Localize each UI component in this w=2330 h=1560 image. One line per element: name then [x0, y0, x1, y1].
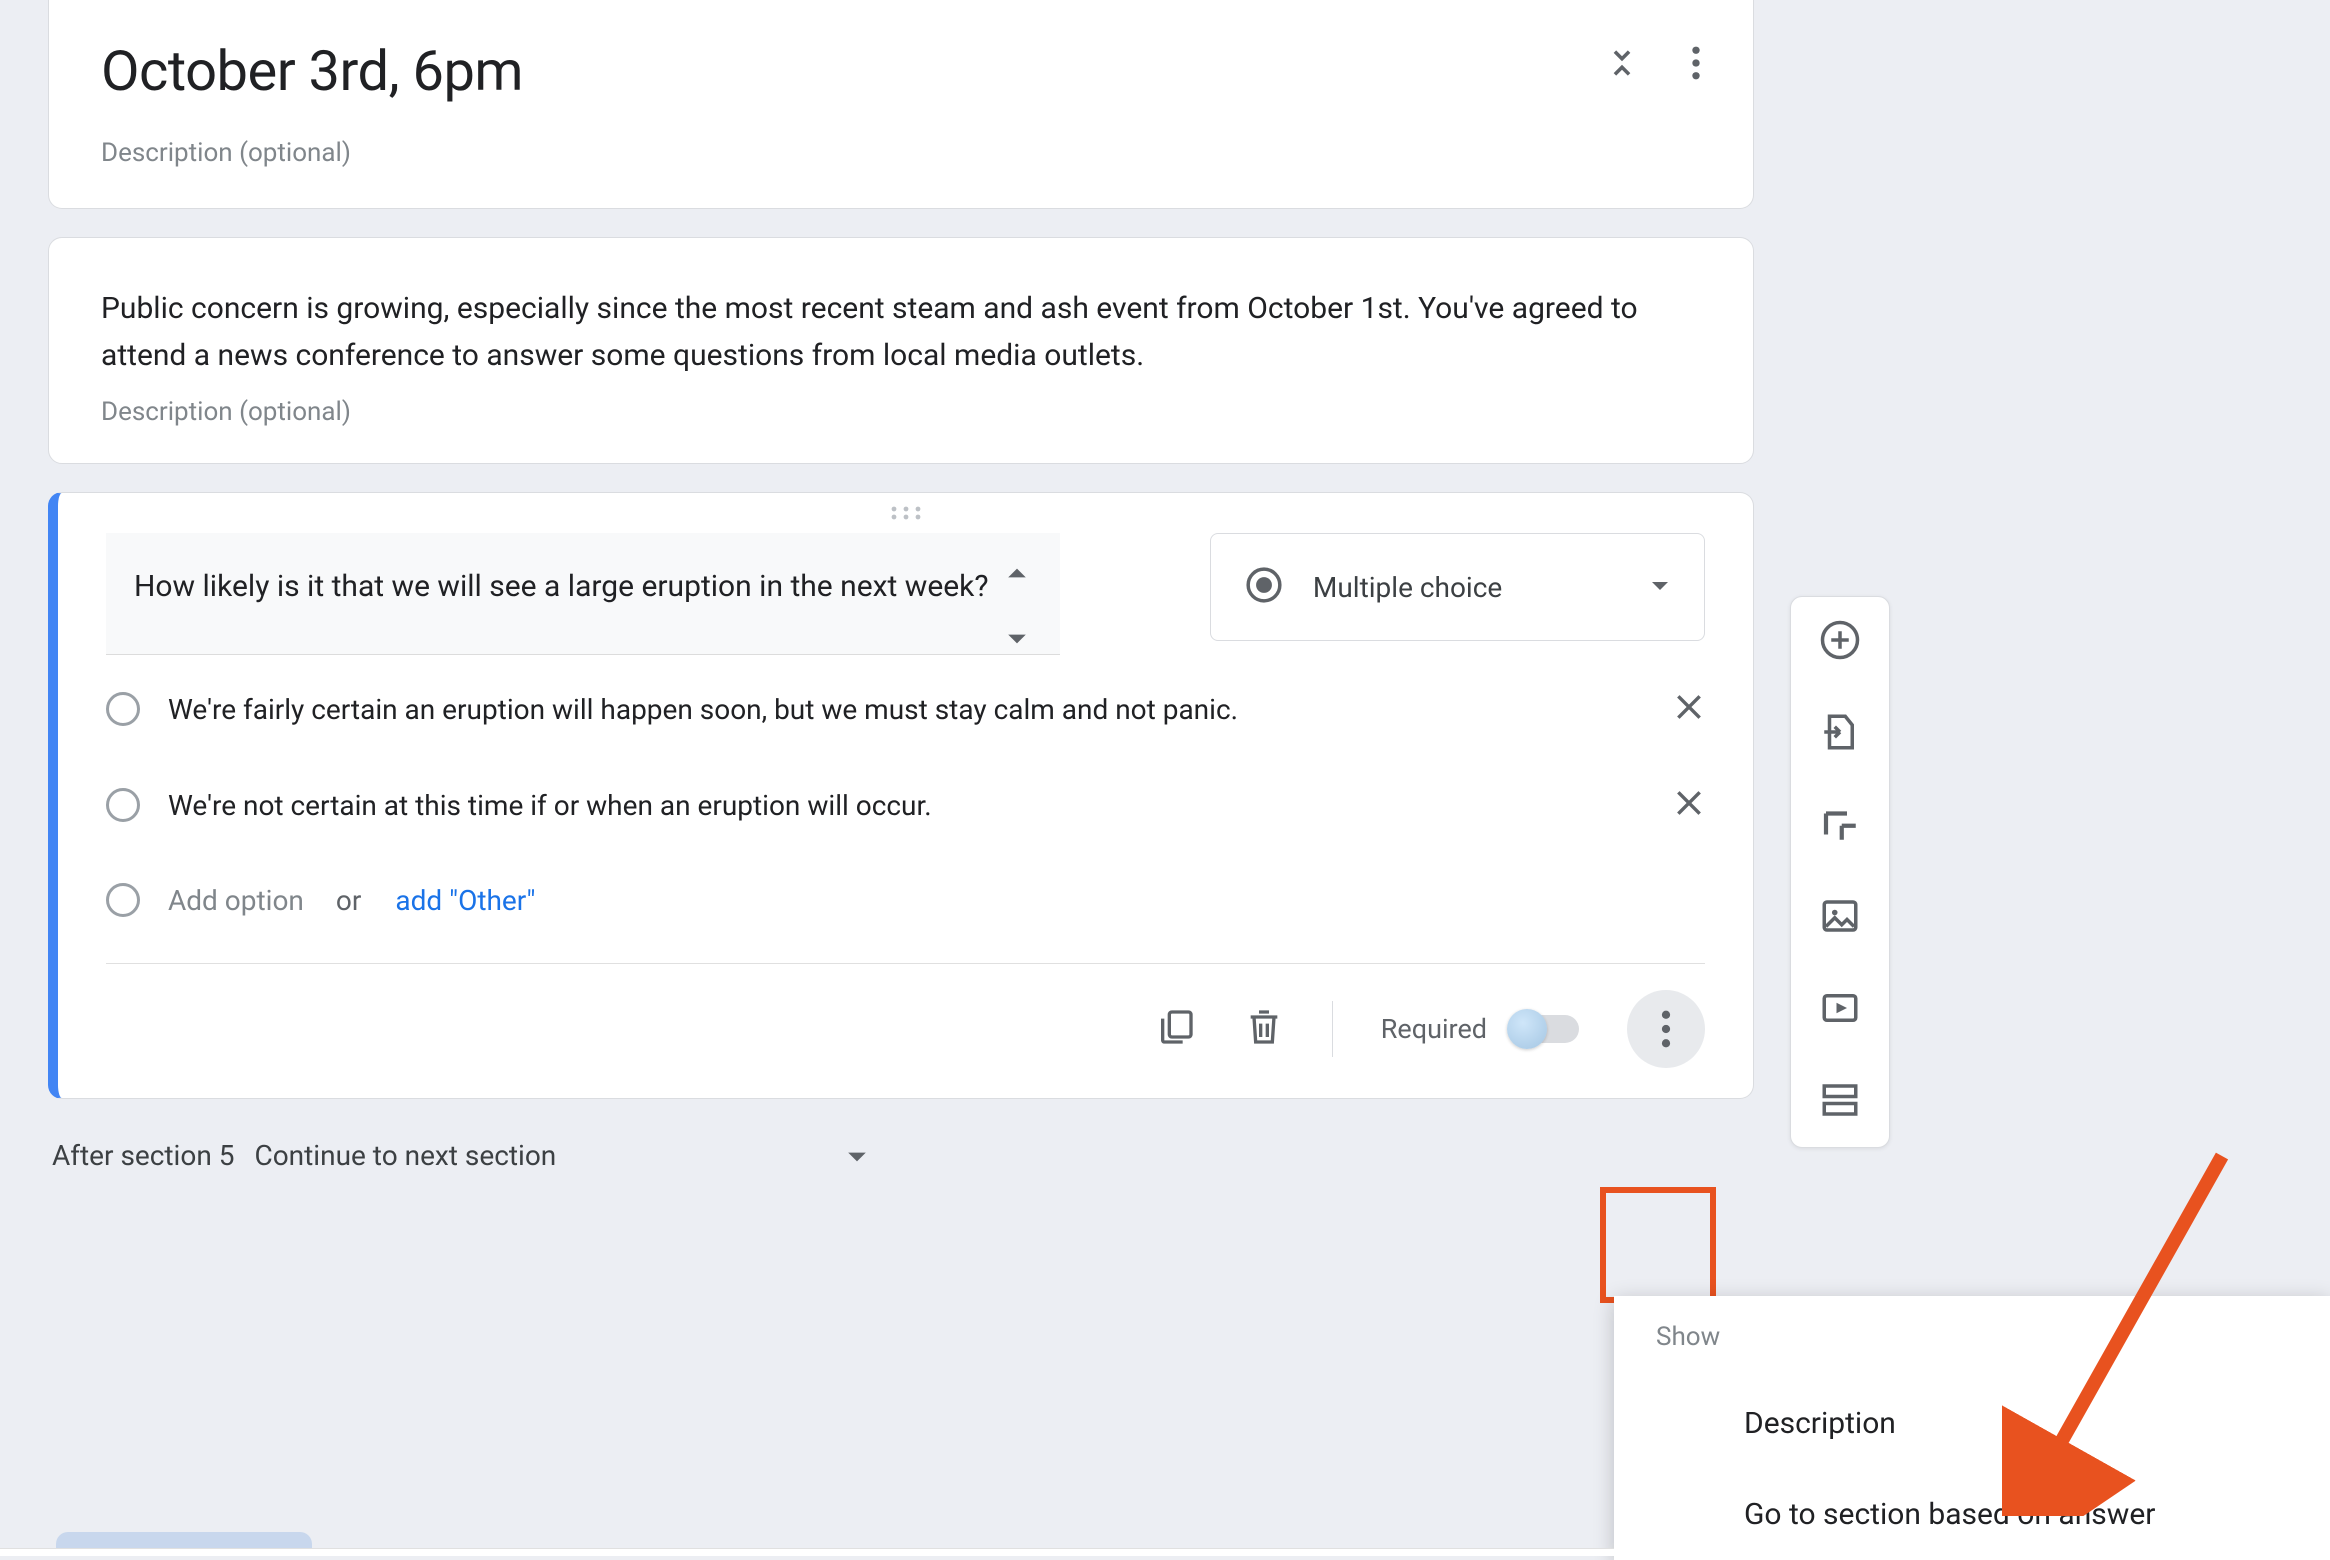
option-text[interactable]: We're fairly certain an eruption will ha…	[168, 693, 1645, 726]
floating-toolbar	[1790, 596, 1890, 1148]
duplicate-icon[interactable]	[1156, 1007, 1196, 1051]
menu-item-description[interactable]: Description	[1614, 1378, 2330, 1469]
add-title-icon[interactable]	[1819, 803, 1861, 849]
add-other-button[interactable]: add "Other"	[395, 884, 535, 917]
divider	[1332, 1001, 1333, 1057]
menu-heading: Show	[1614, 1322, 2330, 1378]
add-option-or: or	[336, 884, 361, 917]
question-overflow-button[interactable]	[1627, 990, 1705, 1068]
section-header-card: October 3rd, 6pm Description (optional)	[48, 0, 1754, 209]
option-row: We're fairly certain an eruption will ha…	[106, 691, 1705, 727]
annotation-highlight	[1600, 1187, 1716, 1303]
add-image-icon[interactable]	[1819, 895, 1861, 941]
bottom-border	[0, 1548, 1614, 1556]
radio-placeholder-icon	[106, 692, 140, 726]
add-section-icon[interactable]	[1819, 1079, 1861, 1125]
required-toggle[interactable]	[1509, 1015, 1579, 1043]
radio-placeholder-icon	[106, 788, 140, 822]
context-card: Public concern is growing, especially si…	[48, 237, 1754, 464]
add-option-row: Add option or add "Other"	[106, 883, 1705, 917]
question-type-select[interactable]: Multiple choice	[1210, 533, 1705, 641]
radio-icon	[1245, 566, 1283, 608]
drag-handle-icon[interactable]	[58, 493, 1753, 529]
radio-placeholder-icon	[106, 883, 140, 917]
caret-down-icon	[846, 1139, 868, 1172]
add-question-icon[interactable]	[1819, 619, 1861, 665]
after-section-value: Continue to next section	[254, 1139, 556, 1172]
question-text-input[interactable]: How likely is it that we will see a larg…	[106, 533, 1060, 655]
add-option-button[interactable]: Add option	[168, 884, 304, 917]
collapse-icon[interactable]	[1605, 46, 1639, 84]
option-row: We're not certain at this time if or whe…	[106, 787, 1705, 823]
after-section-label: After section 5	[52, 1139, 234, 1172]
remove-option-icon[interactable]	[1673, 691, 1705, 727]
delete-icon[interactable]	[1244, 1007, 1284, 1051]
required-label: Required	[1381, 1013, 1487, 1045]
after-section-select[interactable]: Continue to next section	[254, 1139, 868, 1172]
question-card: How likely is it that we will see a larg…	[48, 492, 1754, 1099]
add-video-icon[interactable]	[1819, 987, 1861, 1033]
question-overflow-menu: Show Description Go to section based on …	[1614, 1296, 2330, 1560]
section-title[interactable]: October 3rd, 6pm	[101, 38, 1701, 104]
question-text: How likely is it that we will see a larg…	[134, 563, 1006, 654]
chevron-up-icon[interactable]	[1006, 565, 1034, 584]
import-questions-icon[interactable]	[1819, 711, 1861, 757]
context-description-placeholder[interactable]: Description (optional)	[101, 397, 1701, 427]
overflow-icon[interactable]	[1679, 46, 1713, 84]
context-text[interactable]: Public concern is growing, especially si…	[101, 286, 1701, 379]
menu-item-go-to-section[interactable]: Go to section based on answer	[1614, 1469, 2330, 1560]
caret-down-icon	[1650, 578, 1670, 597]
option-text[interactable]: We're not certain at this time if or whe…	[168, 789, 1645, 822]
section-description-placeholder[interactable]: Description (optional)	[101, 138, 1701, 168]
remove-option-icon[interactable]	[1673, 787, 1705, 823]
question-type-label: Multiple choice	[1313, 571, 1620, 604]
chevron-down-icon[interactable]	[1006, 631, 1034, 650]
